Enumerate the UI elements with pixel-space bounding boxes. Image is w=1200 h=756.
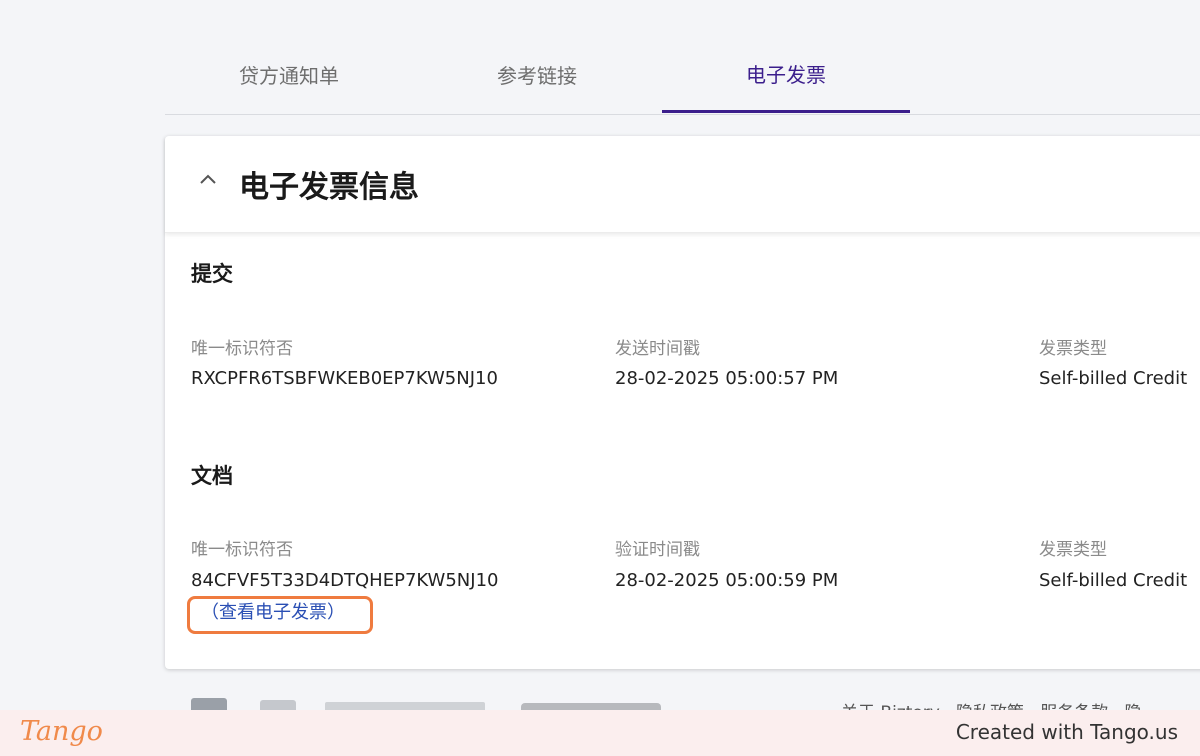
submit-uid-label: 唯一标识符否: [191, 339, 293, 359]
copyright-text: [325, 702, 485, 710]
document-type-label: 发票类型: [1039, 540, 1107, 560]
submit-time-label: 发送时间戳: [615, 339, 700, 359]
footer-pill: [521, 703, 661, 710]
document-uid-value: 84CFVF5T33D4DTQHEP7KW5NJ10: [191, 570, 499, 591]
view-e-invoice-link[interactable]: （查看电子发票）: [201, 598, 345, 624]
footer: 关于 Biztory · 隐私政策 · 服务条款 · 隐: [165, 690, 1200, 710]
card-header: 电子发票信息: [165, 136, 1200, 233]
tango-credit: Created with Tango.us: [955, 720, 1178, 744]
footer-links[interactable]: 关于 Biztory · 隐私政策 · 服务条款 · 隐: [841, 698, 1141, 710]
document-time-value: 28-02-2025 05:00:59 PM: [615, 570, 839, 591]
submit-uid-value: RXCPFR6TSBFWKEB0EP7KW5NJ10: [191, 368, 498, 389]
submit-type-value: Self-billed Credit: [1039, 368, 1188, 389]
submit-type-label: 发票类型: [1039, 339, 1107, 359]
document-type-value: Self-billed Credit: [1039, 570, 1188, 591]
tab-credit-note[interactable]: 贷方通知单: [165, 36, 413, 112]
card-title: 电子发票信息: [239, 170, 419, 205]
tango-logo: Tango: [20, 716, 103, 747]
submit-time-value: 28-02-2025 05:00:57 PM: [615, 368, 839, 389]
section-title-document: 文档: [191, 464, 233, 488]
document-time-label: 验证时间戳: [615, 540, 700, 560]
tab-reference-links[interactable]: 参考链接: [413, 36, 661, 112]
chevron-up-icon[interactable]: [197, 168, 219, 190]
tab-bar: 贷方通知单 参考链接 电子发票: [165, 36, 1200, 115]
facebook-icon[interactable]: [191, 698, 227, 710]
section-title-submit: 提交: [191, 262, 233, 286]
tab-e-invoice[interactable]: 电子发票: [662, 36, 910, 113]
tango-bar: Tango Created with Tango.us: [0, 710, 1200, 756]
e-invoice-card: 电子发票信息 提交 唯一标识符否 RXCPFR6TSBFWKEB0EP7KW5N…: [165, 136, 1200, 669]
document-uid-label: 唯一标识符否: [191, 540, 293, 560]
twitter-icon[interactable]: [260, 700, 296, 710]
